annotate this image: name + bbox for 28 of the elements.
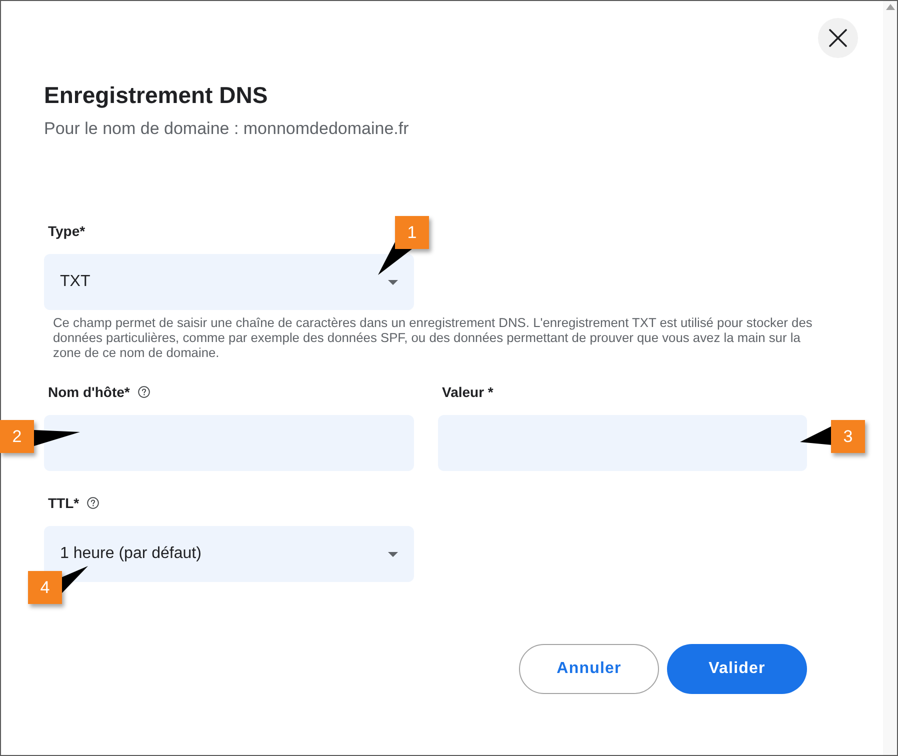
- callout-number: 4: [28, 571, 62, 604]
- close-button[interactable]: [818, 18, 858, 58]
- submit-button[interactable]: Valider: [667, 644, 807, 694]
- select-field[interactable]: 1 heure (par défaut): [44, 526, 414, 582]
- dialog-title: Enregistrement DNS: [44, 82, 269, 109]
- scrollbar-track[interactable]: [883, 1, 897, 755]
- callout-number: 1: [395, 216, 429, 249]
- input-field[interactable]: [44, 415, 414, 471]
- caret-icon: [388, 280, 398, 284]
- callout-number: 2: [0, 420, 34, 453]
- dialog-subtitle: Pour le nom de domaine : monnomdedomaine.fr: [44, 119, 410, 139]
- callout-number: 3: [831, 420, 865, 453]
- field-label: Nom d'hôte*: [48, 384, 130, 400]
- field-label: Type*: [48, 223, 86, 239]
- scroll-up-icon[interactable]: [886, 4, 894, 10]
- cancel-button[interactable]: Annuler: [519, 644, 659, 694]
- help-icon[interactable]: [138, 386, 150, 398]
- field-label: Valeur *: [442, 384, 494, 400]
- callout-pointer: [800, 426, 832, 445]
- field-label: TTL*: [48, 495, 80, 511]
- help-icon[interactable]: [87, 497, 100, 509]
- select-field[interactable]: TXT: [44, 254, 414, 310]
- caret-icon: [388, 552, 398, 556]
- help-text: Ce champ permet de saisir une chaîne de caractères dans un enregistrement DNS. L'enregistrement TXT est utilisé pour stocker des données particulières, comme par exemple des données SPF, ou des données permettant de prouver que vous avez la main sur la zone de ce nom de domaine.: [52, 315, 814, 360]
- close-icon: [829, 29, 847, 47]
- callout-pointer: [33, 430, 80, 446]
- input-field[interactable]: [438, 415, 807, 471]
- callout-pointer: [60, 566, 88, 593]
